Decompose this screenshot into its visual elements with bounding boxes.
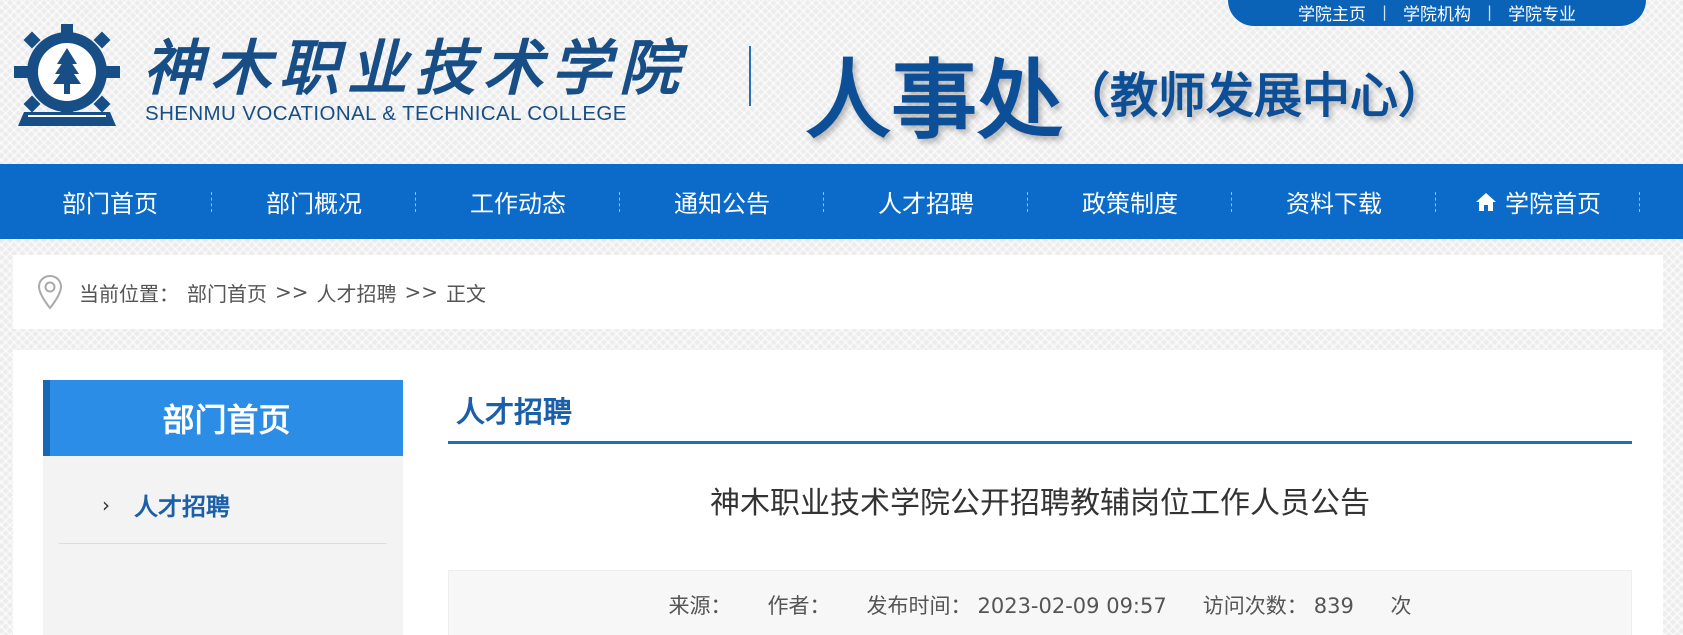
breadcrumb-separator: >>: [275, 280, 309, 304]
nav-item-label: 资料下载: [1286, 190, 1382, 218]
meta-views-label: 访问次数：: [1202, 594, 1308, 618]
breadcrumb-item-dept-home[interactable]: 部门首页: [187, 278, 267, 307]
college-name-cn: 神木职业技术学院: [143, 34, 687, 104]
sidebar-title[interactable]: 部门首页: [43, 380, 403, 456]
meta-author: 作者：: [767, 590, 830, 620]
main-nav: 部门首页 部门概况 工作动态 通知公告 人才招聘 政策制度 资料下载 学院首页: [0, 164, 1683, 239]
top-link-departments[interactable]: 学院机构: [1387, 0, 1487, 25]
meta-views-value: 839: [1313, 594, 1354, 618]
nav-item-label: 政策制度: [1082, 190, 1178, 218]
meta-views-unit: 次: [1390, 594, 1412, 618]
nav-item-dept-home[interactable]: 部门首页: [8, 164, 212, 239]
nav-item-label: 通知公告: [674, 190, 770, 218]
top-link-majors[interactable]: 学院专业: [1492, 0, 1592, 25]
nav-item-college-home[interactable]: 学院首页: [1436, 164, 1640, 239]
meta-views: 访问次数： 839 次: [1203, 590, 1412, 620]
meta-source-label: 来源：: [668, 594, 732, 618]
meta-date-value: 2023-02-09 09:57: [977, 594, 1167, 618]
top-links-bar: 学院主页 | 学院机构 | 学院专业: [1228, 0, 1646, 26]
nav-item-label: 人才招聘: [878, 190, 974, 218]
nav-item-notices[interactable]: 通知公告: [620, 164, 824, 239]
meta-author-label: 作者：: [767, 594, 831, 618]
nav-item-label: 部门概况: [266, 190, 362, 218]
breadcrumb-label: 当前位置：: [79, 281, 179, 306]
top-link-home[interactable]: 学院主页: [1282, 0, 1382, 25]
sidebar-menu: › 人才招聘: [43, 456, 403, 635]
department-title: 人事处: [805, 51, 1063, 151]
article-title: 神木职业技术学院公开招聘教辅岗位工作人员公告: [710, 486, 1370, 521]
chevron-right-icon: ›: [102, 492, 110, 517]
nav-item-label: 学院首页: [1505, 190, 1601, 218]
nav-item-work-news[interactable]: 工作动态: [416, 164, 620, 239]
college-gear-emblem-icon[interactable]: [12, 22, 122, 132]
nav-item-recruitment[interactable]: 人才招聘: [824, 164, 1028, 239]
header-divider: [749, 46, 751, 106]
section-title: 人才招聘: [456, 394, 573, 429]
breadcrumb-item-recruitment[interactable]: 人才招聘: [317, 278, 397, 307]
nav-item-downloads[interactable]: 资料下载: [1232, 164, 1436, 239]
meta-date-label: 发布时间：: [866, 594, 972, 618]
nav-item-label: 工作动态: [470, 190, 566, 218]
breadcrumb-separator: >>: [404, 280, 439, 304]
department-subtitle: （教师发展中心）: [1062, 68, 1447, 124]
nav-item-label: 部门首页: [62, 190, 158, 218]
section-header: 人才招聘: [448, 378, 1632, 444]
location-pin-icon: [37, 274, 63, 310]
breadcrumb-item-current: 正文: [446, 281, 487, 306]
sidebar-item-label: 人才招聘: [134, 493, 230, 521]
nav-item-dept-overview[interactable]: 部门概况: [212, 164, 416, 239]
breadcrumb: 当前位置： 部门首页 >> 人才招聘 >> 正文: [13, 255, 1663, 329]
site-header: 学院主页 | 学院机构 | 学院专业 神木职业技术学院 SHENMU VOCAT…: [0, 0, 1683, 164]
nav-item-policies[interactable]: 政策制度: [1028, 164, 1232, 239]
sidebar-item-recruitment[interactable]: › 人才招聘: [59, 466, 387, 544]
content-panel: 部门首页 › 人才招聘 人才招聘 神木职业技术学院公开招聘教辅岗位工作人员公告 …: [13, 350, 1663, 635]
article-meta: 来源： 作者： 发布时间： 2023-02-09 09:57 访问次数： 839 次: [448, 570, 1632, 635]
home-icon: [1475, 192, 1497, 212]
college-name-en: SHENMU VOCATIONAL & TECHNICAL COLLEGE: [145, 102, 627, 125]
meta-source: 来源：: [668, 590, 731, 620]
meta-date: 发布时间： 2023-02-09 09:57: [866, 590, 1166, 620]
